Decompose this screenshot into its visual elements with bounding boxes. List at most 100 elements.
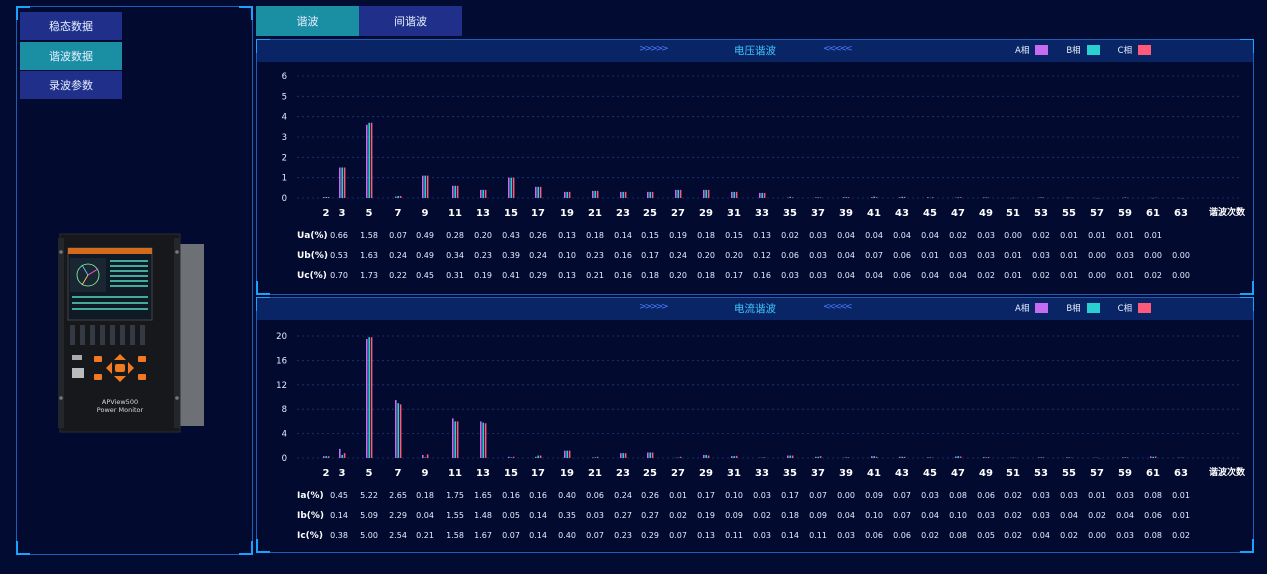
current-bar [564, 450, 566, 458]
current-table-cell: 0.17 [697, 491, 715, 500]
screw-icon [59, 250, 63, 254]
voltage-bar [368, 122, 370, 198]
voltage-table-cell: 0.20 [725, 251, 743, 260]
tab-harmonic[interactable]: 谐波 [256, 6, 359, 36]
current-table-cell: 0.04 [1116, 511, 1134, 520]
voltage-table-cell: 0.49 [416, 231, 434, 240]
current-x-tick-label: 47 [951, 468, 965, 479]
current-table-cell: 0.03 [753, 531, 771, 540]
current-table-cell: 0.06 [1144, 511, 1162, 520]
voltage-table-cell: 0.01 [1088, 231, 1106, 240]
current-bar [1126, 457, 1129, 458]
voltage-table-cell: 1.73 [360, 271, 378, 280]
current-table-cell: 0.24 [614, 491, 632, 500]
voltage-bar [539, 186, 542, 198]
voltage-x-tick-label: 11 [448, 208, 462, 219]
voltage-table-cell: 0.00 [1172, 251, 1190, 260]
voltage-bar [903, 196, 906, 198]
current-table-cell: 0.38 [330, 531, 348, 540]
voltage-table-cell: 0.18 [586, 231, 604, 240]
current-bar [901, 456, 903, 458]
voltage-bar [791, 197, 794, 198]
menu-steady-data-button[interactable]: 稳态数据 [20, 12, 122, 40]
voltage-x-tick-label: 2 [323, 208, 330, 219]
current-bar [927, 457, 929, 458]
current-bar [568, 450, 571, 458]
voltage-x-tick-label: 9 [422, 208, 429, 219]
voltage-bar [677, 189, 679, 198]
current-x-tick-label: 49 [979, 468, 993, 479]
current-x-tick-label: 15 [504, 468, 518, 479]
usb-port-icon [72, 355, 82, 360]
current-table-cell: 0.10 [949, 511, 967, 520]
voltage-y-tick-label: 0 [282, 194, 287, 204]
voltage-table-cell: 0.28 [446, 231, 464, 240]
current-table-cell: 0.07 [893, 511, 911, 520]
current-table-cell: 0.14 [529, 511, 547, 520]
current-bar [422, 454, 424, 458]
current-bar [1038, 457, 1040, 458]
voltage-bar [735, 191, 738, 198]
current-table-cell: 0.02 [1004, 491, 1022, 500]
voltage-bar [594, 190, 596, 198]
voltage-x-tick-label: 13 [476, 208, 490, 219]
voltage-bar [871, 197, 873, 198]
current-table-cell: 0.07 [586, 531, 604, 540]
voltage-table-cell: 0.02 [1032, 231, 1050, 240]
current-bar [395, 400, 397, 458]
voltage-x-tick-label: 61 [1146, 208, 1160, 219]
current-bar [787, 455, 789, 458]
current-bar [955, 456, 957, 458]
voltage-bar [931, 197, 934, 198]
current-table-cell: 0.01 [1088, 491, 1106, 500]
voltage-bar [707, 189, 710, 198]
current-row-label: Ib(%) [297, 511, 324, 521]
voltage-bar [675, 189, 677, 198]
current-table-cell: 0.19 [697, 511, 715, 520]
current-bar [1042, 457, 1045, 458]
menu-harmonic-data-button[interactable]: 谐波数据 [20, 42, 122, 70]
current-bar [791, 455, 794, 458]
current-table-cell: 0.11 [809, 531, 827, 540]
current-bar [871, 456, 873, 458]
current-bar [537, 455, 539, 458]
voltage-table-cell: 0.06 [893, 271, 911, 280]
tab-interharmonic[interactable]: 间谐波 [359, 6, 462, 36]
voltage-table-cell: 0.39 [502, 251, 520, 260]
voltage-table-cell: 0.18 [641, 271, 659, 280]
voltage-table-cell: 0.16 [614, 271, 632, 280]
current-bar [426, 454, 429, 458]
current-table-cell: 0.07 [502, 531, 520, 540]
voltage-x-tick-label: 53 [1034, 208, 1048, 219]
current-table-cell: 0.04 [1060, 511, 1078, 520]
current-table-cell: 0.11 [725, 531, 743, 540]
current-table-cell: 2.54 [389, 531, 407, 540]
voltage-x-tick-label: 29 [699, 208, 713, 219]
current-table-cell: 1.55 [446, 511, 464, 520]
current-table-cell: 0.03 [1032, 491, 1050, 500]
voltage-x-tick-label: 41 [867, 208, 881, 219]
current-table-cell: 0.03 [977, 511, 995, 520]
current-table-cell: 0.26 [641, 491, 659, 500]
current-x-tick-label: 45 [923, 468, 937, 479]
voltage-table-cell: 0.04 [921, 231, 939, 240]
device-image: APView500 Power Monitor [58, 233, 204, 433]
current-x-tick-label: 23 [616, 468, 630, 479]
menu-recording-params-button[interactable]: 录波参数 [20, 71, 122, 99]
voltage-table-cell: 0.24 [529, 251, 547, 260]
voltage-bar [480, 189, 482, 198]
current-table-cell: 0.21 [416, 531, 434, 540]
voltage-bar [596, 190, 599, 198]
voltage-bar [341, 167, 343, 198]
voltage-bar [647, 191, 649, 198]
current-bar [819, 456, 822, 458]
voltage-bar [422, 175, 424, 198]
current-x-tick-label: 13 [476, 468, 490, 479]
voltage-bar [424, 175, 426, 198]
voltage-bar [815, 197, 817, 198]
voltage-table-cell: 0.02 [977, 271, 995, 280]
current-table-cell: 0.03 [586, 511, 604, 520]
voltage-bar [679, 189, 682, 198]
voltage-table-cell: 0.20 [697, 251, 715, 260]
current-x-tick-label: 19 [560, 468, 574, 479]
